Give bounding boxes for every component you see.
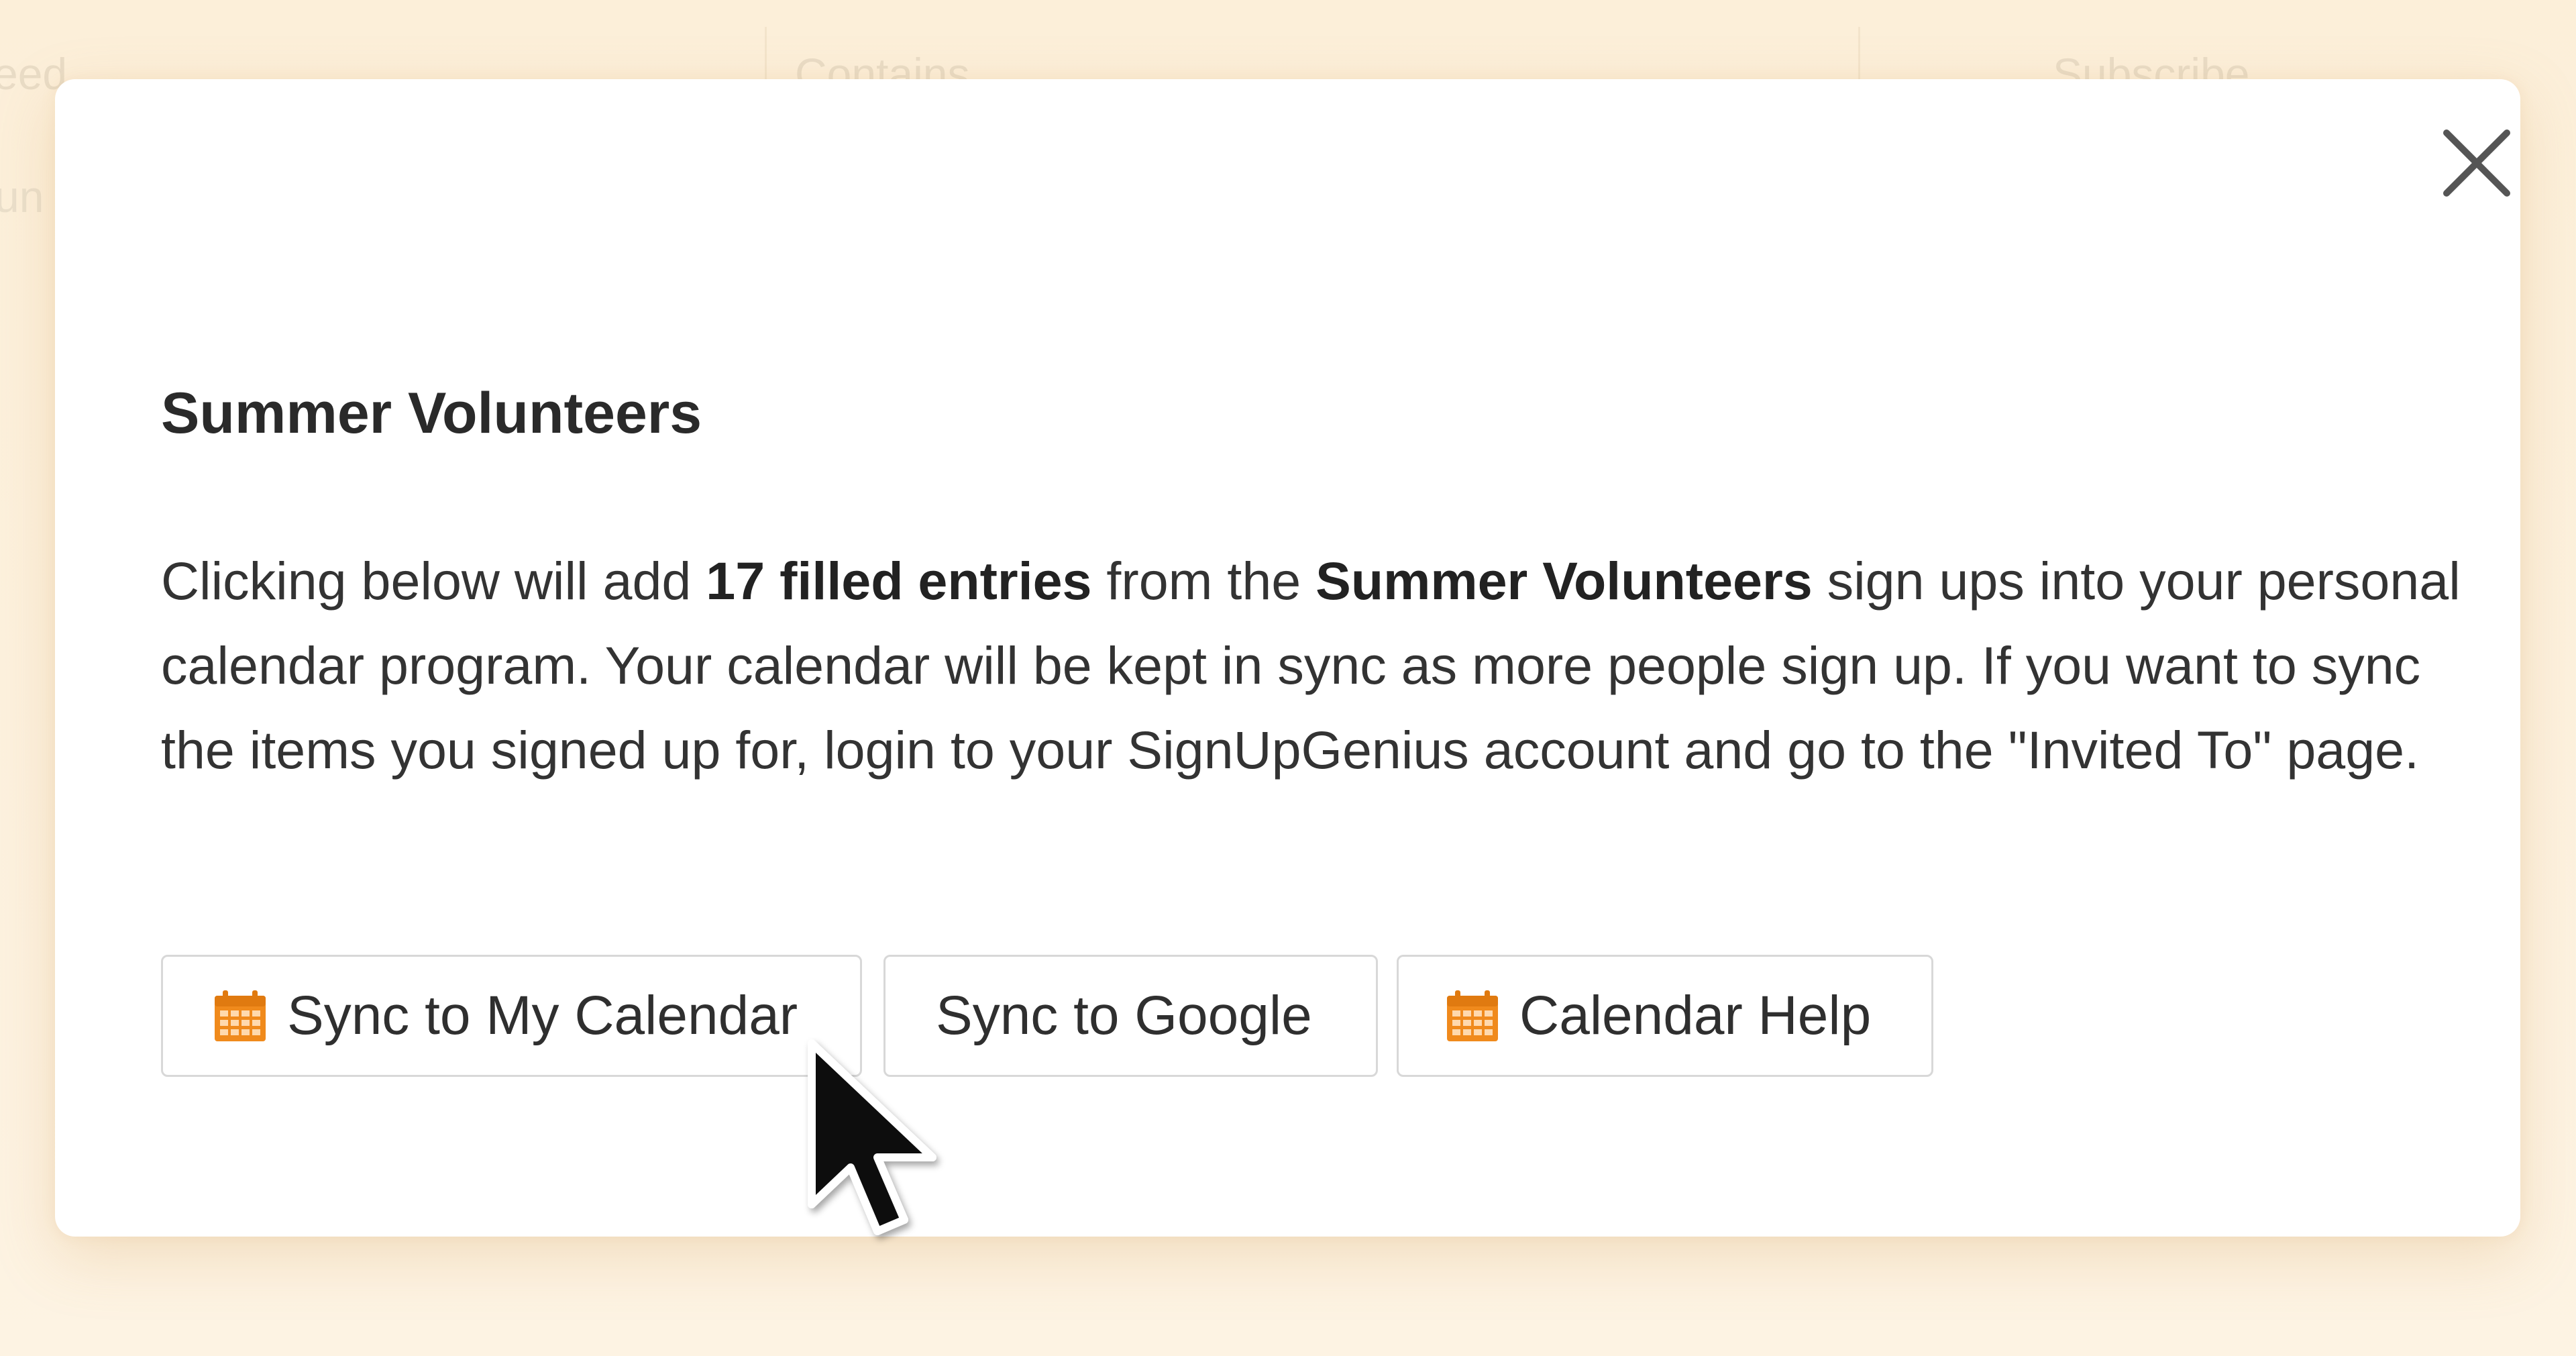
calendar-icon	[1446, 989, 1499, 1043]
modal-title: Summer Volunteers	[161, 381, 702, 446]
sync-to-my-calendar-label: Sync to My Calendar	[287, 985, 798, 1046]
calendar-help-label: Calendar Help	[1519, 985, 1872, 1046]
mouse-pointer-icon	[798, 1030, 959, 1258]
description-group-name: Summer Volunteers	[1316, 551, 1813, 611]
close-button[interactable]	[2433, 119, 2520, 207]
description-text: Clicking below will add	[161, 551, 706, 611]
calendar-sync-modal: Summer Volunteers Clicking below will ad…	[55, 79, 2520, 1237]
calendar-help-button[interactable]: Calendar Help	[1397, 955, 1933, 1077]
sync-to-google-label: Sync to Google	[936, 985, 1312, 1046]
calendar-icon	[213, 989, 267, 1043]
description-entry-count: 17 filled entries	[706, 551, 1092, 611]
modal-description: Clicking below will add 17 filled entrie…	[161, 539, 2469, 792]
sync-to-my-calendar-button[interactable]: Sync to My Calendar	[161, 955, 862, 1077]
description-text: from the	[1091, 551, 1316, 611]
background-row-text: un	[0, 172, 44, 221]
close-icon	[2433, 119, 2520, 207]
